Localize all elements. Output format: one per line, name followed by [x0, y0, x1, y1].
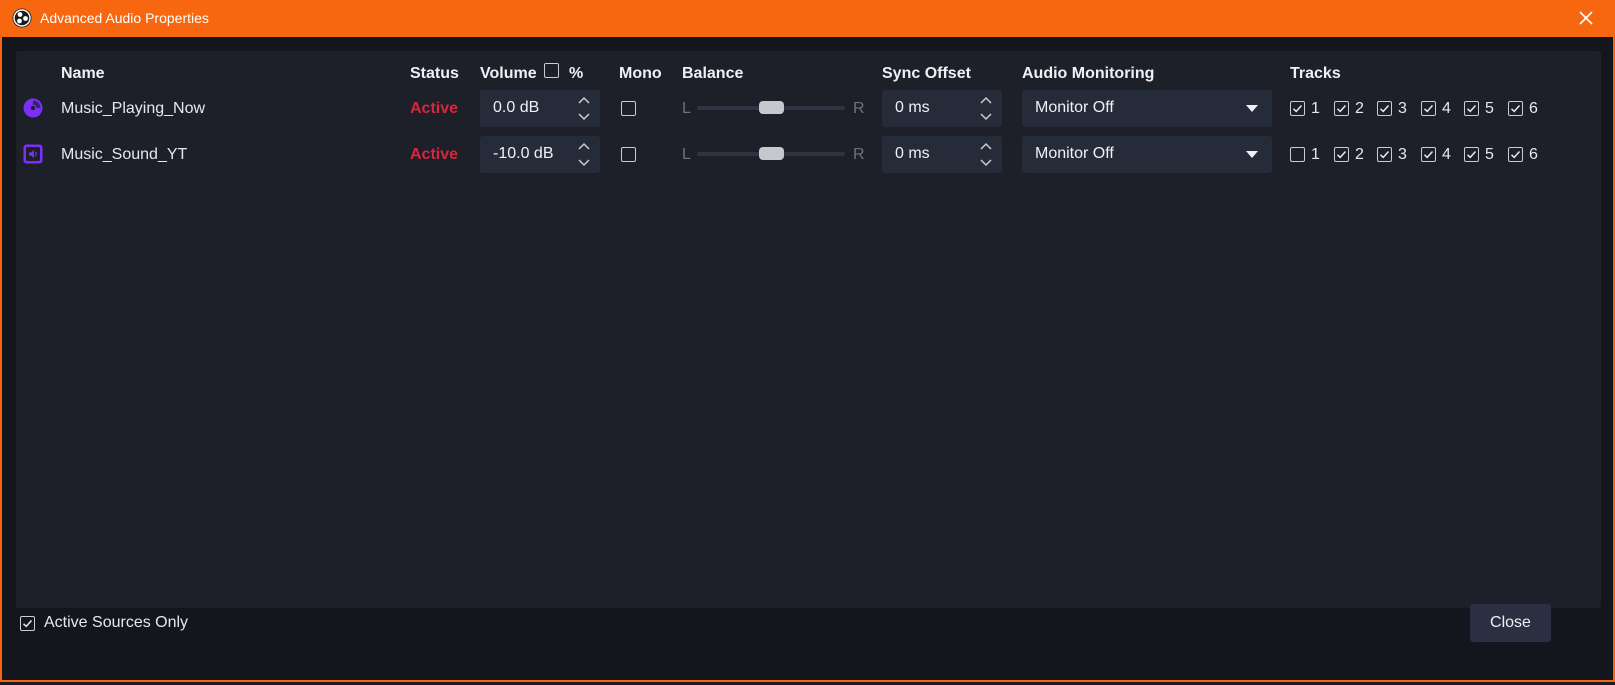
chevron-down-icon — [1246, 105, 1258, 112]
column-header-name: Name — [61, 65, 105, 82]
audio-output-icon — [23, 144, 43, 164]
track-4-checkbox[interactable] — [1421, 147, 1436, 162]
active-sources-only-checkbox[interactable] — [20, 616, 35, 631]
track-2-label: 2 — [1355, 100, 1364, 117]
track-6-checkbox[interactable] — [1508, 101, 1523, 116]
source-name: Music_Sound_YT — [61, 146, 188, 163]
mono-checkbox[interactable] — [621, 101, 636, 116]
track-4-label: 4 — [1442, 100, 1451, 117]
sync-offset-value: 0 ms — [895, 145, 930, 162]
column-header-audio-monitoring: Audio Monitoring — [1022, 65, 1155, 82]
track-3-checkbox[interactable] — [1377, 147, 1392, 162]
balance-left-label: L — [682, 100, 691, 117]
track-5-checkbox[interactable] — [1464, 101, 1479, 116]
track-4-label: 4 — [1442, 146, 1451, 163]
column-header-balance: Balance — [682, 65, 744, 82]
spin-arrows-icon[interactable] — [978, 139, 994, 170]
track-6-label: 6 — [1529, 100, 1538, 117]
media-source-icon — [23, 98, 43, 118]
audio-monitoring-value: Monitor Off — [1035, 99, 1114, 116]
spin-arrows-icon[interactable] — [576, 139, 592, 170]
close-icon[interactable] — [1577, 9, 1595, 27]
spin-arrows-icon[interactable] — [576, 93, 592, 124]
audio-monitoring-value: Monitor Off — [1035, 145, 1114, 162]
close-button[interactable]: Close — [1470, 604, 1551, 642]
column-header-status: Status — [410, 65, 459, 82]
sync-offset-value: 0 ms — [895, 99, 930, 116]
column-header-mono: Mono — [619, 65, 662, 82]
source-name: Music_Playing_Now — [61, 100, 206, 117]
track-5-checkbox[interactable] — [1464, 147, 1479, 162]
chevron-down-icon — [1246, 151, 1258, 158]
status-badge: Active — [410, 100, 459, 117]
advanced-audio-properties-window: Advanced Audio Properties Name Status Vo… — [0, 0, 1615, 682]
balance-left-label: L — [682, 146, 691, 163]
audio-monitoring-dropdown[interactable]: Monitor Off — [1022, 90, 1272, 127]
track-1-checkbox[interactable] — [1290, 147, 1305, 162]
track-3-label: 3 — [1398, 100, 1407, 117]
volume-spinbox[interactable]: 0.0 dB — [480, 90, 600, 127]
track-5-label: 5 — [1485, 100, 1494, 117]
column-header-tracks: Tracks — [1290, 65, 1341, 82]
sync-offset-spinbox[interactable]: 0 ms — [882, 136, 1002, 173]
obs-logo-icon — [12, 8, 32, 28]
titlebar: Advanced Audio Properties — [2, 0, 1613, 37]
track-2-checkbox[interactable] — [1334, 147, 1349, 162]
track-1-label: 1 — [1311, 146, 1320, 163]
column-header-volume-percent: % — [569, 65, 584, 82]
column-header-sync-offset: Sync Offset — [882, 65, 971, 82]
track-3-checkbox[interactable] — [1377, 101, 1392, 116]
volume-value: -10.0 dB — [493, 145, 554, 162]
track-6-checkbox[interactable] — [1508, 147, 1523, 162]
active-sources-only-label: Active Sources Only — [44, 614, 189, 631]
mono-checkbox[interactable] — [621, 147, 636, 162]
track-4-checkbox[interactable] — [1421, 101, 1436, 116]
sync-offset-spinbox[interactable]: 0 ms — [882, 90, 1002, 127]
balance-right-label: R — [853, 100, 865, 117]
volume-value: 0.0 dB — [493, 99, 540, 116]
track-1-label: 1 — [1311, 100, 1320, 117]
track-6-label: 6 — [1529, 146, 1538, 163]
volume-spinbox[interactable]: -10.0 dB — [480, 136, 600, 173]
window-title: Advanced Audio Properties — [40, 10, 209, 26]
audio-monitoring-dropdown[interactable]: Monitor Off — [1022, 136, 1272, 173]
spin-arrows-icon[interactable] — [978, 93, 994, 124]
status-badge: Active — [410, 146, 459, 163]
track-2-label: 2 — [1355, 146, 1364, 163]
balance-slider-handle[interactable] — [759, 101, 784, 114]
track-1-checkbox[interactable] — [1290, 101, 1305, 116]
balance-right-label: R — [853, 146, 865, 163]
volume-percent-checkbox[interactable] — [544, 63, 559, 78]
balance-slider-handle[interactable] — [759, 147, 784, 160]
track-2-checkbox[interactable] — [1334, 101, 1349, 116]
track-5-label: 5 — [1485, 146, 1494, 163]
audio-sources-table: Name Status Volume % Mono Balance Sync O… — [16, 51, 1601, 608]
track-3-label: 3 — [1398, 146, 1407, 163]
column-header-volume: Volume — [480, 65, 537, 82]
